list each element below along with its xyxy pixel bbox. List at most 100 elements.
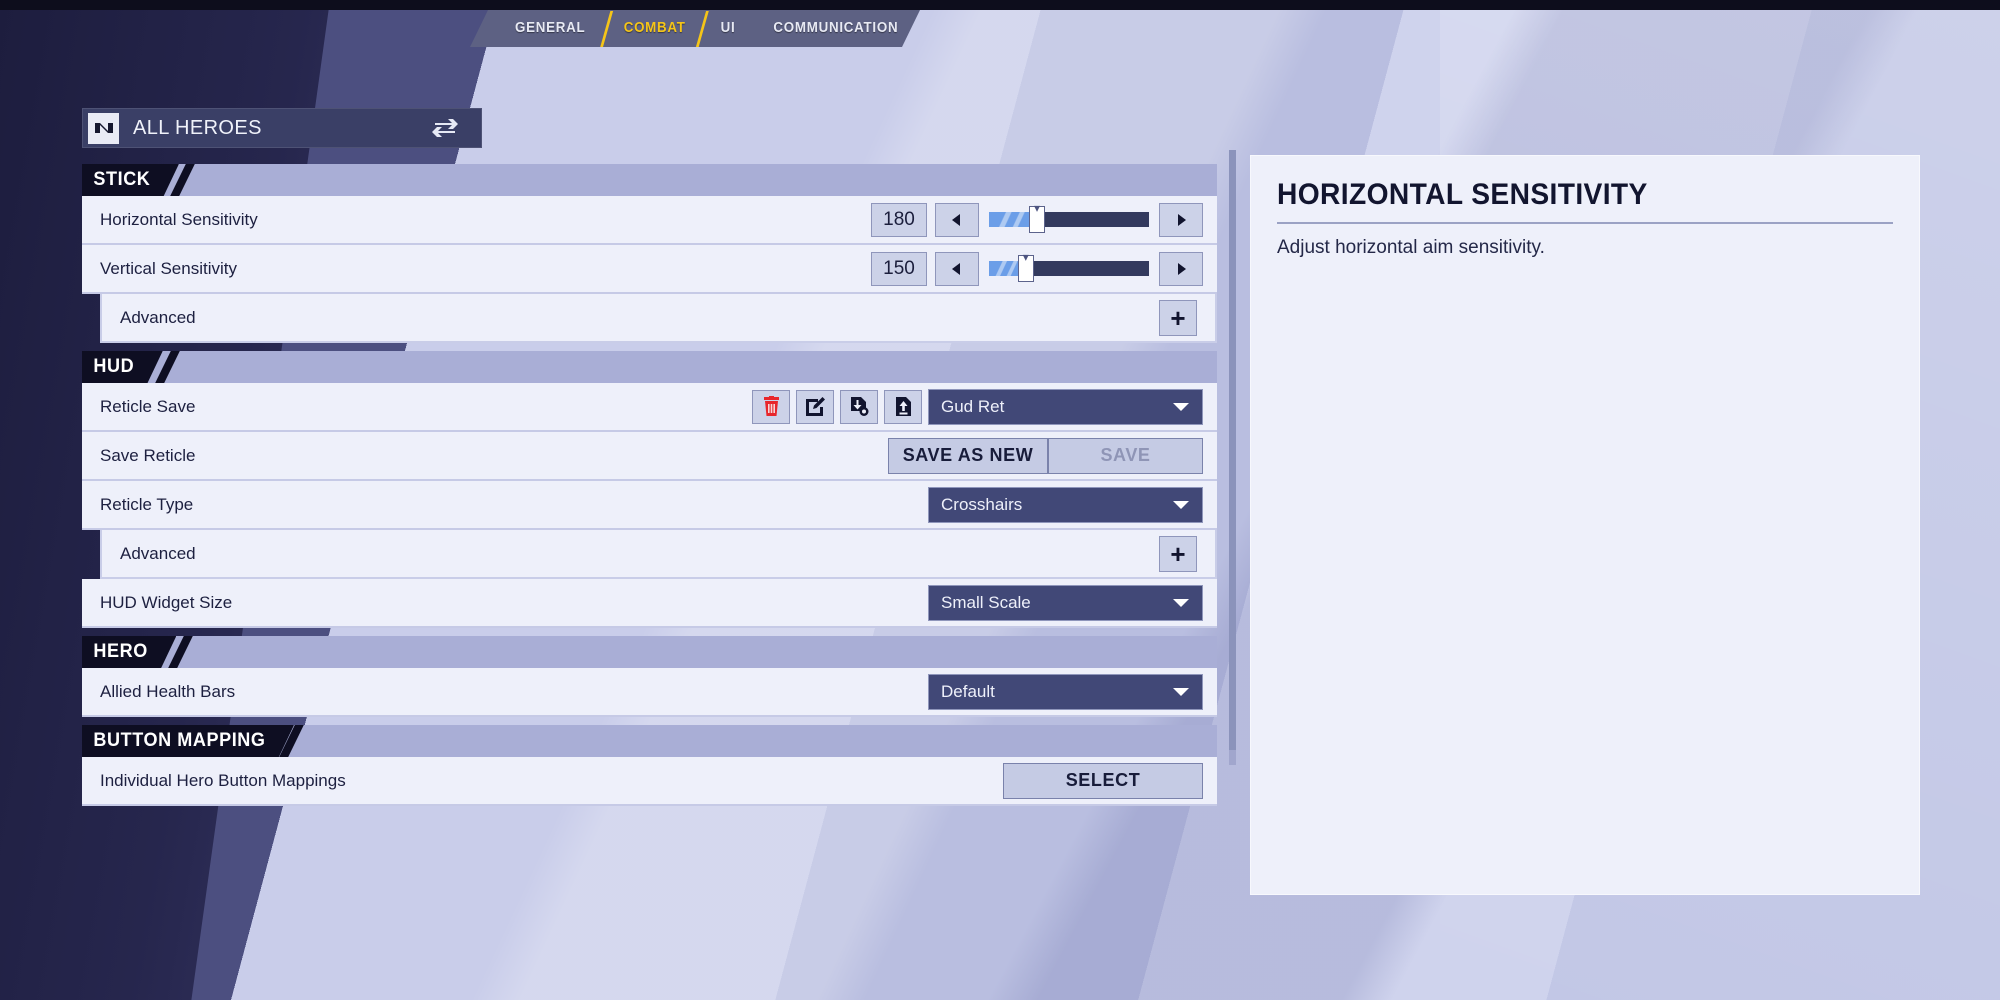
hero-filter-header[interactable]: ALL HEROES — [82, 108, 482, 148]
tab-communication[interactable]: COMMUNICATION — [759, 10, 913, 47]
increment-button[interactable] — [1159, 251, 1203, 286]
info-panel-divider — [1277, 222, 1893, 224]
sensitivity-value[interactable]: 150 — [871, 251, 927, 286]
dropdown-value: Crosshairs — [941, 494, 1023, 514]
setting-control: 180 ▾ — [871, 200, 1203, 237]
settings-scrollbar-thumb[interactable] — [1229, 150, 1236, 750]
arrow-right-icon — [1173, 212, 1189, 228]
slider-track — [989, 206, 1149, 233]
settings-screen: GENERAL COMBAT UI COMMUNICATION ALL HEROES … — [0, 0, 2000, 1000]
setting-control: 150 ▾ — [871, 249, 1203, 286]
tab-bar: GENERAL COMBAT UI COMMUNICATION — [470, 10, 920, 47]
section-header-hero: HERO — [82, 636, 1217, 668]
slider-track — [989, 255, 1149, 282]
setting-dropdown[interactable]: Crosshairs — [928, 486, 1203, 523]
tab-ui[interactable]: UI — [706, 10, 750, 47]
setting-dropdown[interactable]: Default — [928, 673, 1203, 710]
setting-label: Advanced — [120, 307, 196, 327]
section-title: HERO — [82, 636, 176, 668]
setting-label: HUD Widget Size — [100, 592, 233, 612]
setting-row[interactable]: Reticle Type Crosshairs — [82, 481, 1217, 530]
sensitivity-slider[interactable]: ▾ — [989, 249, 1149, 286]
info-panel: HORIZONTAL SENSITIVITY Adjust horizontal… — [1250, 155, 1920, 895]
dropdown-value: Gud Ret — [941, 396, 1005, 416]
setting-dropdown[interactable]: Small Scale — [928, 584, 1203, 621]
chevron-down-icon — [1172, 499, 1190, 511]
settings-list: ALL HEROES STICK Horizontal Sensitivity 18… — [82, 108, 1217, 806]
setting-label: Horizontal Sensitivity — [100, 209, 258, 229]
export-icon — [893, 396, 914, 417]
section-header-button-mapping: BUTTON MAPPING — [82, 725, 1217, 757]
setting-control: SELECT — [1003, 762, 1203, 799]
sensitivity-slider[interactable]: ▾ — [989, 200, 1149, 237]
increment-button[interactable] — [1159, 202, 1203, 237]
info-panel-description: Adjust horizontal aim sensitivity. — [1277, 237, 1545, 258]
setting-control: SAVE AS NEW SAVE — [888, 437, 1203, 474]
save-button[interactable]: SAVE — [1048, 437, 1203, 474]
setting-row[interactable]: Vertical Sensitivity 150 ▾ — [82, 245, 1217, 294]
decrement-button[interactable] — [935, 202, 979, 237]
setting-control: + — [1159, 299, 1201, 336]
setting-label: Reticle Save — [100, 396, 196, 416]
setting-label: Advanced — [120, 543, 196, 563]
arrow-right-icon — [1173, 261, 1189, 277]
hero-filter-label: ALL HEROES — [133, 116, 262, 139]
chevron-down-icon — [1172, 401, 1190, 413]
section-title: STICK — [82, 164, 179, 196]
chevron-down-icon — [1172, 686, 1190, 698]
export-button[interactable] — [884, 389, 922, 424]
delete-icon — [762, 396, 781, 417]
setting-label: Reticle Type — [100, 494, 194, 514]
import-icon — [849, 396, 870, 417]
section-header-stick: STICK — [82, 164, 1217, 196]
background-top-bar — [0, 0, 2000, 10]
save-as-new-button[interactable]: SAVE AS NEW — [888, 437, 1048, 474]
setting-row[interactable]: Reticle Save Gud Ret — [82, 383, 1217, 432]
setting-control: Default — [928, 673, 1203, 710]
setting-label: Save Reticle — [100, 445, 196, 465]
settings-scrollbar-track[interactable] — [1229, 150, 1236, 765]
setting-row[interactable]: Allied Health Bars Default — [82, 668, 1217, 717]
setting-label: Allied Health Bars — [100, 681, 236, 701]
expand-advanced-button[interactable]: + — [1159, 535, 1197, 572]
setting-row[interactable]: Advanced + — [100, 530, 1217, 579]
edit-icon — [805, 396, 826, 417]
hero-roster-icon — [88, 112, 119, 144]
select-button[interactable]: SELECT — [1003, 762, 1203, 799]
decrement-button[interactable] — [935, 251, 979, 286]
setting-row[interactable]: Advanced + — [100, 294, 1217, 343]
chevron-down-icon — [1172, 597, 1190, 609]
sensitivity-value[interactable]: 180 — [871, 202, 927, 237]
swap-icon[interactable] — [431, 117, 459, 139]
edit-button[interactable] — [796, 389, 834, 424]
dropdown-value: Small Scale — [941, 592, 1031, 612]
setting-row[interactable]: Horizontal Sensitivity 180 ▾ — [82, 196, 1217, 245]
section-title: BUTTON MAPPING — [82, 725, 294, 757]
slider-default-marker: ▾ — [1022, 249, 1029, 264]
reticle-preset-dropdown[interactable]: Gud Ret — [928, 388, 1203, 425]
setting-label: Individual Hero Button Mappings — [100, 770, 346, 790]
arrow-left-icon — [949, 212, 965, 228]
setting-control: Gud Ret — [752, 388, 1203, 425]
setting-label: Vertical Sensitivity — [100, 258, 237, 278]
expand-advanced-button[interactable]: + — [1159, 299, 1197, 336]
import-button[interactable] — [840, 389, 878, 424]
info-panel-title: HORIZONTAL SENSITIVITY — [1277, 178, 1648, 211]
setting-control: Crosshairs — [928, 486, 1203, 523]
section-header-hud: HUD — [82, 351, 1217, 383]
slider-default-marker: ▾ — [1033, 200, 1041, 215]
setting-row[interactable]: Save Reticle SAVE AS NEW SAVE — [82, 432, 1217, 481]
delete-button[interactable] — [752, 389, 790, 424]
setting-control: Small Scale — [928, 584, 1203, 621]
setting-row[interactable]: Individual Hero Button Mappings SELECT — [82, 757, 1217, 806]
tab-general[interactable]: GENERAL — [500, 10, 600, 47]
setting-control: + — [1159, 535, 1201, 572]
section-title: HUD — [82, 351, 163, 383]
setting-row[interactable]: HUD Widget Size Small Scale — [82, 579, 1217, 628]
tab-combat[interactable]: COMBAT — [608, 10, 699, 47]
arrow-left-icon — [949, 261, 965, 277]
dropdown-value: Default — [941, 681, 995, 701]
